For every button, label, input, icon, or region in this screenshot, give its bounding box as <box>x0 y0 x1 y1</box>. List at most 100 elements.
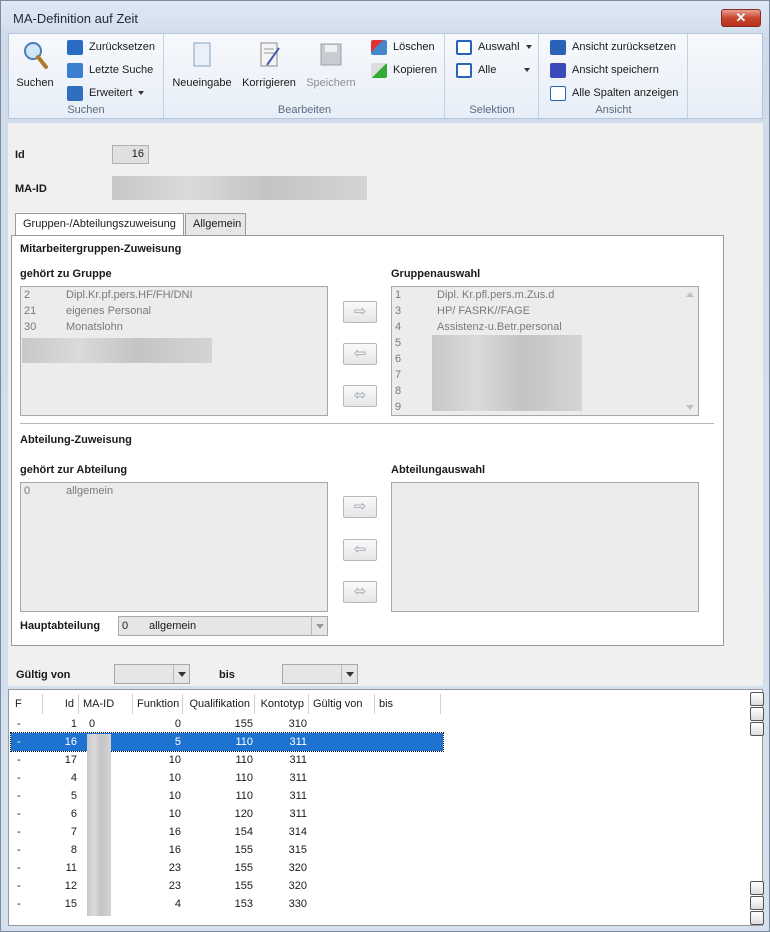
erweitert-button[interactable]: Erweitert <box>67 85 145 103</box>
column-header-kontotyp[interactable]: Kontotyp <box>255 694 309 714</box>
table-row[interactable]: - 16 5 110 311 <box>10 732 444 752</box>
table-cell-id: 4 <box>70 772 77 784</box>
scroll-down-icon[interactable] <box>750 911 764 925</box>
loeschen-label: Löschen <box>393 41 435 53</box>
swap-gruppe-button[interactable]: ⬄ <box>343 385 377 407</box>
column-header-bis[interactable]: bis <box>375 694 441 714</box>
korrigieren-button[interactable]: Korrigieren <box>241 40 297 89</box>
table-row[interactable]: - 15 4 153 330 <box>11 895 443 913</box>
table-cell-konto: 320 <box>288 862 307 874</box>
column-header-maid[interactable]: MA-ID <box>79 694 133 714</box>
tab-panel: Mitarbeitergruppen-Zuweisung gehört zu G… <box>11 235 724 646</box>
list-item[interactable]: 0 allgemein <box>21 483 327 499</box>
abteilungsauswahl-list[interactable] <box>391 482 699 612</box>
suchen-button[interactable]: Suchen <box>15 40 55 89</box>
last-record-icon[interactable] <box>750 881 764 895</box>
table-row[interactable]: - 17 10 110 311 <box>11 751 443 769</box>
table-cell-f: - <box>17 736 21 748</box>
chevron-down-icon <box>138 91 145 96</box>
hauptabteilung-id: 0 <box>122 620 129 632</box>
hauptabteilung-select[interactable]: 0 allgemein <box>118 616 328 636</box>
table-cell-qual: 120 <box>234 808 253 820</box>
table-cell-qual: 110 <box>235 772 253 784</box>
table-row[interactable]: -1 0 0 155 310 <box>11 715 443 733</box>
kopieren-label: Kopieren <box>393 64 438 76</box>
table-row[interactable]: - 5 10 110 311 <box>11 787 443 805</box>
table-cell-qual: 155 <box>234 862 253 874</box>
abteilung-list[interactable]: 0 allgemein <box>20 482 328 612</box>
table-row[interactable]: - 11 23 155 320 <box>11 859 443 877</box>
hauptabteilung-value: allgemein <box>149 620 197 632</box>
table-row[interactable]: - 4 10 110 311 <box>11 769 443 787</box>
group-selektion: Auswahl Alle Selektion <box>446 34 539 118</box>
tab-allgemein[interactable]: Allgemein <box>185 213 246 235</box>
remove-gruppe-button[interactable]: ⇦ <box>343 343 377 365</box>
table-cell-funktion: 0 <box>174 718 181 730</box>
page-up-icon[interactable] <box>750 707 764 721</box>
auswahl-dropdown[interactable]: Auswahl <box>456 39 532 57</box>
alle-dropdown[interactable]: Alle <box>456 62 531 80</box>
column-header-gueltig-von[interactable]: Gültig von <box>309 694 375 714</box>
alle-spalten-button[interactable]: Alle Spalten anzeigen <box>550 85 678 103</box>
scroll-up-icon[interactable] <box>750 692 764 706</box>
group-bearbeiten: Neueingabe Korrigieren Speichern Löschen… <box>165 34 445 118</box>
group-label-suchen: Suchen <box>67 104 105 116</box>
table-cell-f: - <box>17 772 21 784</box>
alle-spalten-label: Alle Spalten anzeigen <box>572 87 679 99</box>
add-gruppe-button[interactable]: ⇨ <box>343 301 377 323</box>
column-header-qualifikation[interactable]: Qualifikation <box>183 694 255 714</box>
redacted-block <box>432 335 582 411</box>
group-suchen: Suchen Zurücksetzen Letzte Suche Erweite… <box>9 34 164 118</box>
column-header-f[interactable]: F <box>11 694 43 714</box>
scrollbar[interactable] <box>683 288 697 414</box>
maid-field-redacted[interactable] <box>112 176 367 200</box>
list-item[interactable]: 2 Dipl.Kr.pf.pers.HF/FH/DNI <box>21 287 327 303</box>
remove-abteilung-button[interactable]: ⇦ <box>343 539 377 561</box>
close-button[interactable]: ✕ <box>721 9 761 27</box>
table-row[interactable]: - 8 16 155 315 <box>11 841 443 859</box>
speichern-button[interactable]: Speichern <box>305 40 357 89</box>
gruppen-section-title: Mitarbeitergruppen-Zuweisung <box>20 243 182 255</box>
chevron-down-icon <box>311 617 327 635</box>
abteilungsauswahl-label: Abteilungauswahl <box>391 464 486 476</box>
table-row[interactable]: - 6 10 120 311 <box>11 805 443 823</box>
ribbon-toolbar: Suchen Zurücksetzen Letzte Suche Erweite… <box>8 33 763 119</box>
table-cell-konto: 311 <box>289 736 307 748</box>
page-down-icon[interactable] <box>750 896 764 910</box>
table-cell-qual: 110 <box>235 790 253 802</box>
gruppe-list[interactable]: 2 Dipl.Kr.pf.pers.HF/FH/DNI 21 eigenes Per… <box>20 286 328 416</box>
ansicht-zuruecksetzen-button[interactable]: Ansicht zurücksetzen <box>550 39 676 57</box>
table-row[interactable]: - 12 23 155 320 <box>11 877 443 895</box>
list-item[interactable]: 4 Assistenz-u.Betr.personal <box>392 319 698 335</box>
gueltig-von-date[interactable] <box>114 664 190 684</box>
table-cell-konto: 320 <box>288 880 307 892</box>
table-cell-funktion: 23 <box>168 862 181 874</box>
bis-date[interactable] <box>282 664 358 684</box>
chevron-down-icon <box>341 665 357 683</box>
id-field[interactable]: 16 <box>112 145 149 164</box>
list-item[interactable]: 3 HP/ FASRK//FAGE <box>392 303 698 319</box>
add-abteilung-button[interactable]: ⇨ <box>343 496 377 518</box>
table-row[interactable]: - 7 16 154 314 <box>11 823 443 841</box>
swap-abteilung-button[interactable]: ⬄ <box>343 581 377 603</box>
column-header-funktion[interactable]: Funktion <box>133 694 183 714</box>
erweitert-label: Erweitert <box>89 87 133 99</box>
neueingabe-button[interactable]: Neueingabe <box>171 40 233 89</box>
table-cell-konto: 311 <box>289 790 307 802</box>
ansicht-speichern-button[interactable]: Ansicht speichern <box>550 62 659 80</box>
zuruecksetzen-button[interactable]: Zurücksetzen <box>67 39 155 57</box>
loeschen-button[interactable]: Löschen <box>371 39 435 57</box>
tab-gruppen-abteilung[interactable]: Gruppen-/Abteilungszuweisung <box>15 213 184 236</box>
save-view-icon <box>550 63 566 78</box>
new-document-icon <box>193 42 211 67</box>
gruppenauswahl-list[interactable]: 1 Dipl. Kr.pfl.pers.m.Zus.d 3 HP/ FASRK//F… <box>391 286 699 416</box>
letzte-suche-button[interactable]: Letzte Suche <box>67 62 153 80</box>
column-header-id[interactable]: Id <box>43 694 79 714</box>
gruppenauswahl-label: Gruppenauswahl <box>391 268 481 280</box>
list-item[interactable]: 21 eigenes Personal <box>21 303 327 319</box>
kopieren-button[interactable]: Kopieren <box>371 62 437 80</box>
list-item[interactable]: 1 Dipl. Kr.pfl.pers.m.Zus.d <box>392 287 698 303</box>
list-item[interactable]: 30 Monatslohn <box>21 319 327 335</box>
first-record-icon[interactable] <box>750 722 764 736</box>
table-cell-id: 5 <box>70 790 77 802</box>
